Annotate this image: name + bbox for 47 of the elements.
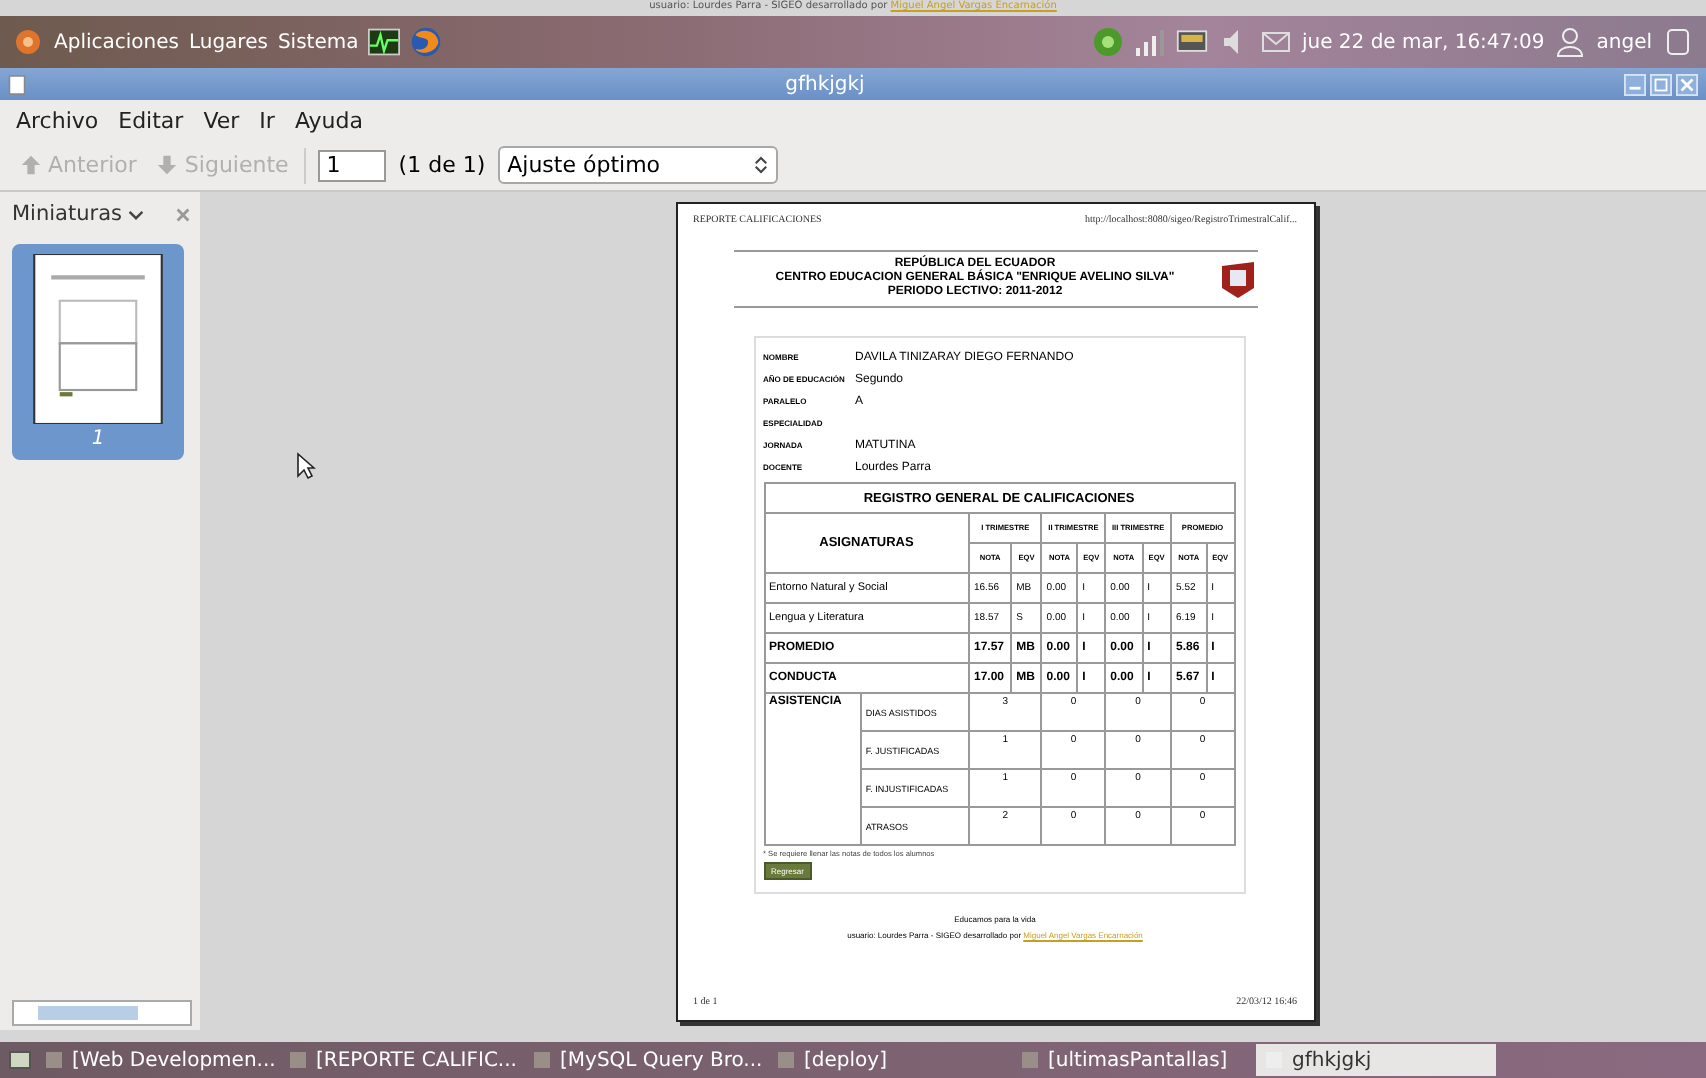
globe-icon[interactable] [1091, 26, 1124, 58]
taskbar-button[interactable]: [ultimasPantallas] [1012, 1044, 1252, 1076]
user-name[interactable]: angel [1596, 31, 1652, 53]
menu-item[interactable]: Ayuda [294, 107, 363, 133]
sidebar-dropdown[interactable]: Miniaturas [12, 202, 144, 226]
menu-item[interactable]: Ver [203, 107, 240, 133]
document-icon [8, 73, 26, 95]
chevron-icon [127, 207, 144, 221]
page-thumbnail[interactable]: 1 [12, 244, 184, 460]
clock[interactable]: jue 22 de mar, 16:47:09 [1301, 31, 1545, 53]
up-arrow-icon [20, 154, 42, 176]
window-icon [288, 1050, 308, 1070]
up-down-arrows-icon [753, 154, 768, 176]
taskbar-button[interactable]: [REPORTE CALIFIC... [280, 1044, 520, 1076]
system-monitor-icon[interactable] [368, 26, 401, 58]
taskbar-button[interactable]: [Web Developmen... [36, 1044, 276, 1076]
menu-item[interactable]: Editar [118, 107, 184, 133]
thumbnail-label: 1 [91, 428, 105, 450]
taskbar-button[interactable]: [MySQL Query Bro... [524, 1044, 764, 1076]
display-icon[interactable] [1175, 26, 1208, 58]
window-icon [776, 1050, 796, 1070]
mail-icon[interactable] [1259, 26, 1292, 58]
down-arrow-icon [156, 154, 179, 176]
signal-bars-icon[interactable] [1133, 26, 1166, 58]
menu-item[interactable]: Archivo [16, 107, 99, 133]
close-icon[interactable] [174, 205, 192, 223]
minimize-icon[interactable] [1624, 73, 1646, 95]
user-icon[interactable] [1554, 26, 1587, 58]
panel-menu[interactable]: Sistema [277, 31, 359, 53]
window-icon [44, 1050, 64, 1070]
taskbar-button[interactable]: [deploy] [768, 1044, 1008, 1076]
desktop-icon[interactable] [8, 1048, 32, 1072]
page-number-field[interactable]: 1 [318, 149, 387, 181]
window-icon [532, 1050, 552, 1070]
mouse-pointer-icon [296, 452, 316, 480]
zoom-dropdown[interactable]: Ajuste óptimo [497, 146, 778, 184]
browser-globe-icon[interactable] [410, 26, 443, 58]
menu-item[interactable]: Ir [259, 107, 275, 133]
scrollbar[interactable] [12, 1000, 192, 1026]
panel-menu[interactable]: Lugares [188, 31, 268, 53]
panel-menu[interactable]: Aplicaciones [54, 31, 179, 53]
page-count: (1 de 1) [398, 152, 486, 178]
taskbar-button[interactable]: gfhkjgkj [1256, 1044, 1496, 1076]
window-title: gfhkjgkj [783, 73, 867, 95]
maximize-icon[interactable] [1650, 73, 1672, 95]
window-icon [1020, 1050, 1040, 1070]
school-crest-icon [1217, 259, 1257, 299]
